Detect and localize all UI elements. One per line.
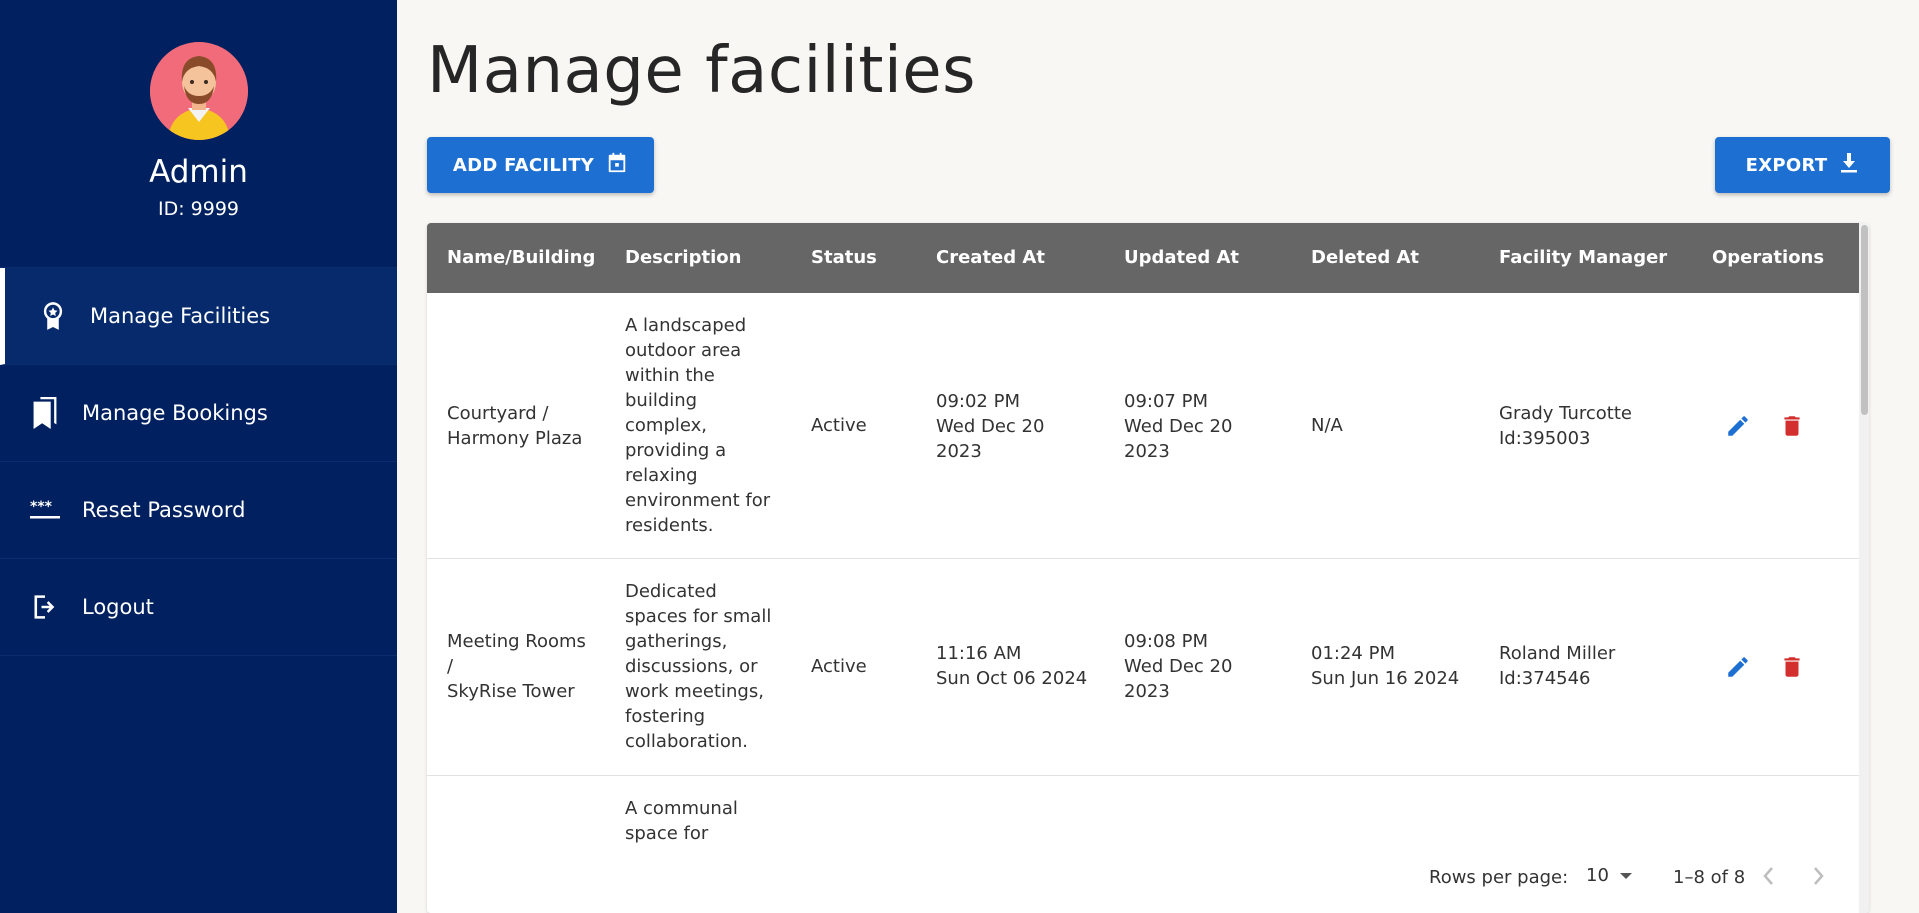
table-body: Courtyard / Harmony Plaza A landscaped o…: [427, 293, 1859, 913]
header-description[interactable]: Description: [625, 247, 741, 268]
cell-deleted-at: N/A: [1311, 415, 1343, 436]
admin-id: ID: 9999: [157, 198, 240, 220]
header-name[interactable]: Name/Building: [447, 247, 595, 268]
delete-icon[interactable]: [1779, 654, 1805, 680]
table-row: Courtyard / Harmony Plaza A landscaped o…: [427, 293, 1859, 559]
cell-name: Courtyard / Harmony Plaza: [447, 403, 583, 449]
profile-section: Admin ID: 9999: [0, 0, 397, 267]
sidebar-item-manage-bookings[interactable]: Manage Bookings: [0, 365, 397, 462]
rows-per-page-select[interactable]: 10: [1586, 865, 1633, 886]
chevron-left-icon[interactable]: [1761, 865, 1777, 892]
calendar-icon: [606, 152, 628, 179]
sidebar-item-manage-facilities[interactable]: Manage Facilities: [0, 268, 397, 365]
sidebar-nav: Manage Facilities Manage Bookings *** Re…: [0, 267, 397, 656]
cell-status: Active: [811, 415, 867, 436]
cell-updated-at: 09:08 PM Wed Dec 20 2023: [1124, 631, 1233, 702]
cell-deleted-at: 01:24 PM Sun Jun 16 2024: [1311, 643, 1460, 689]
cell-facility-manager: Roland Miller Id:374546: [1499, 643, 1616, 689]
header-facility-manager[interactable]: Facility Manager: [1499, 247, 1667, 268]
sidebar: Admin ID: 9999 Manage Facilities Manage …: [0, 0, 397, 913]
facilities-table: Name/Building Description Status Created…: [427, 223, 1869, 913]
add-facility-label: ADD FACILITY: [452, 154, 595, 176]
cell-created-at: 11:16 AM Sun Oct 06 2024: [936, 643, 1088, 689]
header-created-at[interactable]: Created At: [936, 247, 1045, 268]
header-updated-at[interactable]: Updated At: [1124, 247, 1239, 268]
cell-description: A landscaped outdoor area within the bui…: [625, 315, 771, 536]
page-title: Manage facilities: [427, 34, 976, 108]
rows-per-page-label: Rows per page:: [1429, 867, 1569, 888]
chevron-right-icon[interactable]: [1810, 865, 1826, 892]
sidebar-item-reset-password[interactable]: *** Reset Password: [0, 462, 397, 559]
sidebar-item-label: Manage Facilities: [90, 304, 271, 328]
cell-description: A communal space for: [625, 798, 738, 844]
header-operations: Operations: [1712, 247, 1825, 268]
main-content: Manage facilities ADD FACILITY EXPORT Na…: [397, 0, 1919, 913]
cell-description: Dedicated spaces for small gatherings, d…: [625, 581, 772, 752]
delete-icon[interactable]: [1779, 413, 1805, 439]
password-icon: ***: [28, 493, 62, 527]
table-row: Meeting Rooms / SkyRise Tower Dedicated …: [427, 559, 1859, 776]
scrollbar-thumb[interactable]: [1861, 225, 1868, 415]
header-status[interactable]: Status: [811, 247, 877, 268]
export-label: EXPORT: [1745, 154, 1828, 176]
award-icon: [36, 299, 70, 333]
cell-updated-at: 09:07 PM Wed Dec 20 2023: [1124, 391, 1233, 462]
cell-status: Active: [811, 656, 867, 677]
table-header: Name/Building Description Status Created…: [427, 223, 1859, 293]
admin-name: Admin: [149, 154, 248, 190]
edit-icon[interactable]: [1725, 413, 1751, 439]
pagination: Rows per page: 10 1–8 of 8: [427, 843, 1859, 913]
rows-per-page-value: 10: [1586, 865, 1609, 886]
sidebar-item-logout[interactable]: Logout: [0, 559, 397, 656]
svg-text:***: ***: [30, 499, 53, 515]
export-button[interactable]: EXPORT: [1715, 137, 1890, 193]
logout-icon: [28, 590, 62, 624]
avatar: [149, 42, 248, 140]
cell-facility-manager: Grady Turcotte Id:395003: [1499, 403, 1632, 449]
sidebar-item-label: Manage Bookings: [82, 401, 268, 425]
bookmarks-icon: [28, 396, 62, 430]
sidebar-item-label: Reset Password: [82, 498, 246, 522]
add-facility-button[interactable]: ADD FACILITY: [427, 137, 654, 193]
sidebar-item-label: Logout: [82, 595, 154, 619]
caret-down-icon: [1619, 865, 1633, 886]
cell-name: Meeting Rooms / SkyRise Tower: [447, 631, 586, 702]
cell-created-at: 09:02 PM Wed Dec 20 2023: [936, 391, 1045, 462]
pagination-range: 1–8 of 8: [1673, 867, 1746, 888]
download-icon: [1839, 152, 1859, 179]
header-deleted-at[interactable]: Deleted At: [1311, 247, 1419, 268]
edit-icon[interactable]: [1725, 654, 1751, 680]
